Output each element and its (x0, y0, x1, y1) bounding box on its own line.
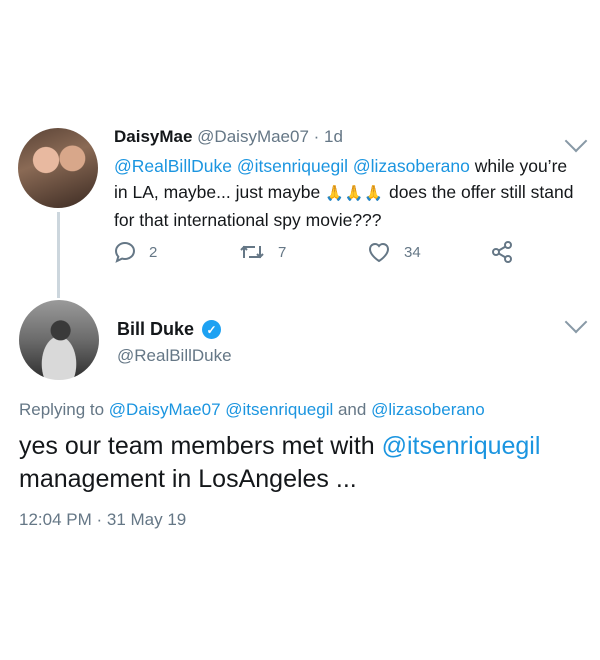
chevron-down-icon[interactable] (564, 310, 588, 334)
tweet1-text: @RealBillDuke @itsenriquegil @lizasobera… (114, 153, 584, 233)
replying-and: and (333, 400, 372, 419)
like-action[interactable]: 34 (366, 240, 421, 264)
mention-link[interactable]: @DaisyMae07 (109, 400, 221, 419)
retweet-icon (240, 245, 264, 259)
tweet2-handle[interactable]: @RealBillDuke (117, 346, 232, 366)
avatar-billduke[interactable] (19, 300, 99, 380)
replying-prefix: Replying to (19, 400, 109, 419)
tweet1-actions: 2 7 34 (0, 240, 600, 270)
verified-icon: ✓ (202, 320, 222, 339)
tweet1-handle[interactable]: @DaisyMae07 (197, 127, 309, 146)
tweet1-display-name[interactable]: DaisyMae (114, 127, 192, 146)
like-count: 34 (404, 243, 421, 261)
retweet-count: 7 (278, 243, 287, 261)
tweet2-text-part: yes our team members met with (19, 432, 382, 460)
tweet2-text: yes our team members met with @itsenriqu… (19, 430, 589, 496)
tweet2-text-part: management in LosAngeles ... (19, 465, 357, 493)
pray-emoji: 🙏🙏🙏 (325, 185, 385, 202)
tweet1-header: DaisyMae @DaisyMae07 · 1d (114, 127, 343, 147)
like-icon (368, 243, 390, 263)
tweet2-timestamp[interactable]: 12:04 PM · 31 May 19 (19, 510, 186, 530)
share-icon (492, 241, 512, 263)
avatar-daisymae[interactable] (18, 128, 98, 208)
share-action[interactable] (490, 240, 514, 264)
tweet2-display-name[interactable]: Bill Duke (117, 319, 194, 340)
tweet1-separator: · (308, 127, 325, 146)
mention-link[interactable]: @lizasoberano (371, 400, 485, 419)
tweet1-age[interactable]: 1d (324, 127, 343, 146)
chevron-down-icon[interactable] (564, 129, 588, 153)
replying-to-line: Replying to @DaisyMae07 @itsenriquegil a… (19, 400, 485, 420)
mention-link[interactable]: @lizasoberano (353, 156, 470, 176)
reply-icon (114, 241, 136, 263)
mention-link[interactable]: @RealBillDuke (114, 156, 232, 176)
retweet-action[interactable]: 7 (238, 240, 286, 264)
mention-link[interactable]: @itsenriquegil (237, 156, 348, 176)
reply-count: 2 (149, 243, 158, 261)
tweet2-name-row: Bill Duke ✓ (117, 319, 222, 340)
mention-link[interactable]: @itsenriquegil (382, 432, 541, 460)
mention-link[interactable]: @itsenriquegil (225, 400, 333, 419)
reply-action[interactable]: 2 (113, 240, 157, 264)
